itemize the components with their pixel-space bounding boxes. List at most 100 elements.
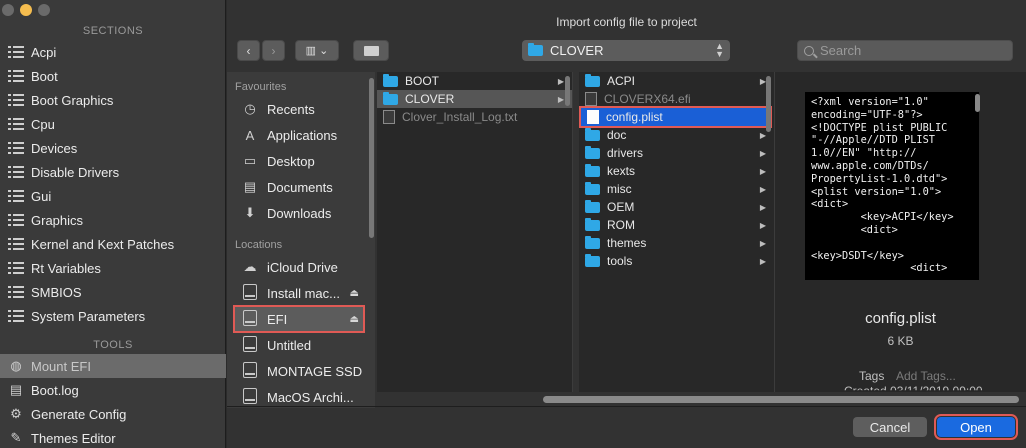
file-row-config-plist[interactable]: config.plist xyxy=(579,106,772,128)
folder-row-rom[interactable]: ROM ▶ xyxy=(579,216,774,234)
folder-icon xyxy=(585,145,600,159)
back-button[interactable]: ‹ xyxy=(237,40,260,61)
tool-item-generate-config[interactable]: ⚙ Generate Config xyxy=(0,402,226,426)
column-2-scrollbar[interactable] xyxy=(766,76,771,132)
sidebar-location-macos-archi[interactable]: MacOS Archi... xyxy=(235,385,363,408)
tool-item-themes-editor[interactable]: ✎ Themes Editor xyxy=(0,426,226,448)
row-label: themes xyxy=(607,236,647,250)
folder-icon xyxy=(585,217,600,231)
open-button[interactable]: Open xyxy=(934,414,1018,440)
tool-item-boot-log[interactable]: ▤ Boot.log xyxy=(0,378,226,402)
folder-icon xyxy=(585,253,600,267)
sidebar-location-efi[interactable]: EFI ⏏ xyxy=(233,305,365,333)
folder-row-drivers[interactable]: drivers ▶ xyxy=(579,144,774,162)
sidebar-item-rt-variables[interactable]: Rt Variables xyxy=(0,256,226,280)
drive-icon xyxy=(241,309,259,329)
sidebar-scrollbar[interactable] xyxy=(369,78,374,238)
sidebar-item-cpu[interactable]: Cpu xyxy=(0,112,226,136)
footer-divider xyxy=(227,406,1026,407)
sidebar-item-label: Graphics xyxy=(31,212,84,228)
sidebar-item-system-parameters[interactable]: System Parameters xyxy=(0,304,226,328)
horizontal-scrollbar[interactable] xyxy=(543,396,1019,403)
search-field[interactable]: Search xyxy=(797,40,1013,61)
disclosure-arrow-icon: ▶ xyxy=(759,256,766,266)
forward-button[interactable]: › xyxy=(262,40,285,61)
new-folder-icon xyxy=(363,45,379,56)
folder-row-oem[interactable]: OEM ▶ xyxy=(579,198,774,216)
folder-row-tools[interactable]: tools ▶ xyxy=(579,252,774,270)
row-label: Clover_Install_Log.txt xyxy=(402,110,518,124)
sidebar-item-acpi[interactable]: Acpi xyxy=(0,40,226,64)
list-icon xyxy=(8,189,24,203)
eject-icon[interactable]: ⏏ xyxy=(350,314,359,325)
close-window-button[interactable] xyxy=(2,4,14,16)
row-label: ACPI xyxy=(607,74,636,88)
folder-row-themes[interactable]: themes ▶ xyxy=(579,234,774,252)
eject-icon[interactable]: ⏏ xyxy=(350,288,359,299)
disclosure-arrow-icon: ▶ xyxy=(557,76,564,86)
folder-row-misc[interactable]: misc ▶ xyxy=(579,180,774,198)
cancel-button[interactable]: Cancel xyxy=(853,417,927,437)
column-2: ACPI ▶ CLOVERX64.efi config.plist doc ▶ driver… xyxy=(579,72,775,392)
sidebar-item-kernel-and-kext-patches[interactable]: Kernel and Kext Patches xyxy=(0,232,226,256)
locations-heading: Locations xyxy=(235,239,283,251)
disclosure-arrow-icon: ▶ xyxy=(759,184,766,194)
sidebar-item-graphics[interactable]: Graphics xyxy=(0,208,226,232)
sidebar-item-disable-drivers[interactable]: Disable Drivers xyxy=(0,160,226,184)
sections-heading: SECTIONS xyxy=(82,25,144,37)
folder-icon xyxy=(585,163,600,177)
preview-scrollbar[interactable] xyxy=(975,94,980,112)
folder-row-acpi[interactable]: ACPI ▶ xyxy=(579,72,774,90)
folder-row-kexts[interactable]: kexts ▶ xyxy=(579,162,774,180)
sidebar-item-label: Disable Drivers xyxy=(31,164,120,180)
finder-sidebar: Favourites ◷ Recents A Applications ▭ Desktop… xyxy=(227,72,375,408)
sidebar-item-boot[interactable]: Boot xyxy=(0,64,226,88)
tool-item-mount-efi[interactable]: ◍ Mount EFI xyxy=(0,354,226,378)
sidebar-location-label: Recents xyxy=(267,101,315,117)
column-view-icon: ▥ ⌄ xyxy=(305,45,329,57)
zoom-window-button[interactable] xyxy=(38,4,50,16)
file-row-cloverx64-efi[interactable]: CLOVERX64.efi xyxy=(579,90,774,108)
file-preview-code: <?xml version="1.0" encoding="UTF-8"?> <… xyxy=(805,92,979,280)
sidebar-location-applications[interactable]: A Applications xyxy=(235,123,363,147)
favourites-heading: Favourites xyxy=(235,81,287,93)
folder-row-boot[interactable]: BOOT ▶ xyxy=(377,72,572,90)
sidebar-item-boot-graphics[interactable]: Boot Graphics xyxy=(0,88,226,112)
sidebar-location-untitled[interactable]: Untitled xyxy=(235,333,363,357)
minimize-window-button[interactable] xyxy=(20,4,32,16)
preview-file-size: 6 KB xyxy=(887,334,914,348)
new-folder-button[interactable] xyxy=(353,40,389,61)
sidebar-location-documents[interactable]: ▤ Documents xyxy=(235,175,363,199)
folder-row-clover[interactable]: CLOVER ▶ xyxy=(377,90,572,108)
sidebar-item-devices[interactable]: Devices xyxy=(0,136,226,160)
sidebar-location-desktop[interactable]: ▭ Desktop xyxy=(235,149,363,173)
disclosure-arrow-icon: ▶ xyxy=(759,148,766,158)
file-row-clover-install-log-txt[interactable]: Clover_Install_Log.txt xyxy=(377,108,572,126)
chevron-right-icon: › xyxy=(271,43,276,58)
sidebar-location-install-mac[interactable]: Install mac... ⏏ xyxy=(235,281,363,305)
add-tags-field[interactable]: Add Tags... xyxy=(896,369,956,383)
disclosure-arrow-icon: ▶ xyxy=(557,94,564,104)
row-label: ROM xyxy=(607,218,635,232)
sidebar-location-montage-ssd[interactable]: MONTAGE SSD xyxy=(235,359,363,383)
sidebar-location-label: EFI xyxy=(267,311,288,327)
tool-item-label: Generate Config xyxy=(31,406,127,422)
sidebar-location-downloads[interactable]: ⬇ Downloads xyxy=(235,201,363,225)
sidebar-location-label: MacOS Archi... xyxy=(267,389,354,405)
search-icon xyxy=(804,45,814,56)
updown-chevron-icon: ▲ ▼ xyxy=(715,41,724,59)
sidebar-location-label: Untitled xyxy=(267,337,312,353)
sidebar-item-label: Devices xyxy=(31,140,78,156)
row-label: CLOVERX64.efi xyxy=(604,92,691,106)
sidebar-location-recents[interactable]: ◷ Recents xyxy=(235,97,363,121)
row-label: tools xyxy=(607,254,633,268)
sidebar-item-gui[interactable]: Gui xyxy=(0,184,226,208)
sidebar-item-smbios[interactable]: SMBIOS xyxy=(0,280,226,304)
sidebar-location-icloud-drive[interactable]: ☁ iCloud Drive xyxy=(235,255,363,279)
path-popup[interactable]: CLOVER ▲ ▼ xyxy=(522,40,730,61)
chevron-left-icon: ‹ xyxy=(246,43,251,58)
list-icon xyxy=(8,213,24,227)
view-mode-button[interactable]: ▥ ⌄ xyxy=(295,40,339,61)
column-1-scrollbar[interactable] xyxy=(565,76,570,106)
folder-row-doc[interactable]: doc ▶ xyxy=(579,126,774,144)
